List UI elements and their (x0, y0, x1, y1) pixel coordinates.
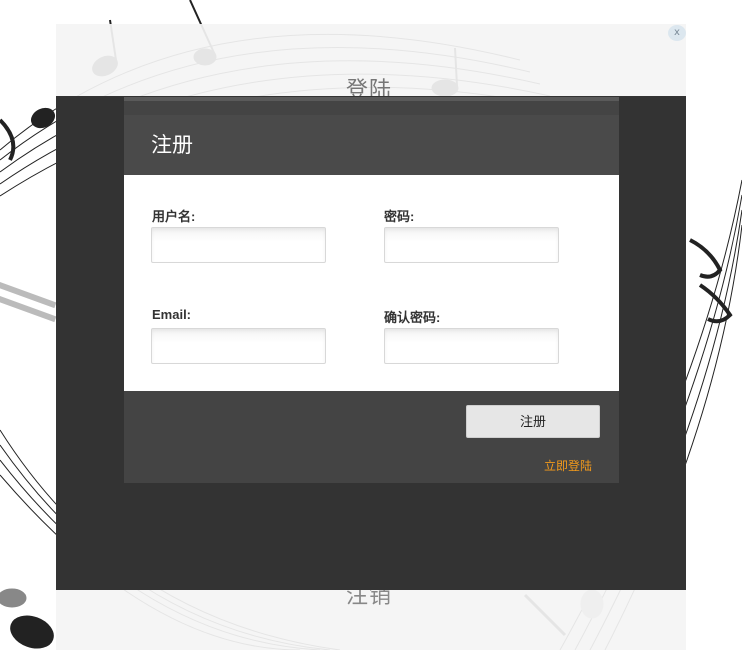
username-label: 用户名: (152, 209, 196, 224)
register-button[interactable]: 注册 (466, 405, 600, 438)
password-label: 密码: (384, 209, 415, 224)
dialog-header: 注册 (124, 115, 619, 175)
confirm-password-label: 确认密码: (384, 310, 441, 325)
email-input[interactable] (151, 328, 326, 364)
register-form: 用户名: 密码: Email: 确认密码: (124, 175, 619, 391)
dialog-top-border (124, 97, 619, 101)
register-dialog: 注册 用户名: 密码: Email: 确认密码: 注册 立即登陆 (124, 97, 619, 483)
login-now-link[interactable]: 立即登陆 (544, 457, 592, 474)
close-button[interactable]: x (668, 25, 686, 41)
username-input[interactable] (151, 227, 326, 263)
dialog-title: 注册 (151, 133, 193, 157)
password-input[interactable] (384, 227, 559, 263)
email-label: Email: (152, 307, 192, 322)
dialog-footer: 注册 立即登陆 (124, 391, 619, 483)
confirm-password-input[interactable] (384, 328, 559, 364)
